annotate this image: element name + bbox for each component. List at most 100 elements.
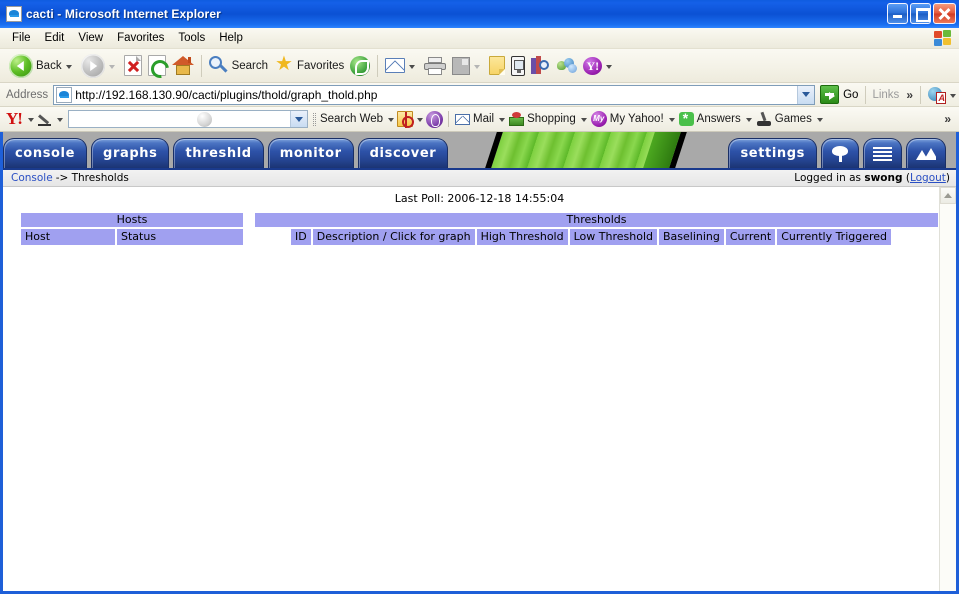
notes-button[interactable] bbox=[486, 51, 508, 81]
favorites-button[interactable]: ★ Favorites bbox=[271, 51, 347, 81]
chevron-down-icon[interactable] bbox=[65, 64, 72, 69]
chevron-down-icon[interactable] bbox=[580, 118, 587, 122]
toolbar-divider bbox=[865, 85, 867, 104]
double-chevron-icon[interactable]: » bbox=[902, 88, 917, 102]
chevron-down-icon[interactable] bbox=[409, 64, 416, 69]
menu-view[interactable]: View bbox=[71, 30, 110, 46]
chevron-down-icon[interactable] bbox=[417, 118, 424, 122]
menu-edit[interactable]: Edit bbox=[38, 30, 72, 46]
target-icon[interactable] bbox=[397, 111, 415, 128]
column-header-baselining[interactable]: Baselining bbox=[658, 229, 724, 245]
search-watermark-icon bbox=[196, 112, 212, 127]
tab-cacti-tree[interactable] bbox=[821, 138, 859, 168]
column-header-currently-triggered[interactable]: Currently Triggered bbox=[777, 229, 892, 245]
my-yahoo-button[interactable]: My My Yahoo! bbox=[590, 111, 665, 127]
search-button[interactable]: Search bbox=[206, 51, 271, 81]
note-icon bbox=[489, 56, 506, 75]
research-button[interactable] bbox=[528, 51, 554, 81]
yahoo-answers-button[interactable]: Answers bbox=[678, 110, 742, 126]
yahoo-logo[interactable]: Y! bbox=[6, 109, 24, 129]
adobe-pdf-icon[interactable] bbox=[928, 86, 946, 104]
chevron-down-icon[interactable] bbox=[56, 118, 63, 122]
address-input-wrap[interactable]: http://192.168.130.90/cacti/plugins/thol… bbox=[53, 84, 816, 105]
home-button[interactable] bbox=[169, 51, 197, 81]
yahoo-games-label: Games bbox=[774, 113, 812, 125]
breadcrumb-console-link[interactable]: Console bbox=[11, 172, 53, 184]
refresh-icon bbox=[147, 55, 166, 76]
address-label: Address bbox=[6, 88, 49, 101]
vertical-scrollbar[interactable] bbox=[939, 187, 956, 591]
scrollbar-track[interactable] bbox=[940, 204, 956, 591]
menu-favorites[interactable]: Favorites bbox=[110, 30, 171, 46]
forward-button[interactable] bbox=[78, 51, 121, 81]
logout-link[interactable]: Logout bbox=[910, 172, 946, 184]
search-web-button[interactable]: Search Web bbox=[319, 113, 384, 125]
mail-button[interactable] bbox=[382, 51, 421, 81]
tab-threshld[interactable]: threshld bbox=[173, 138, 264, 168]
column-header-id[interactable]: ID bbox=[291, 229, 311, 245]
chevron-down-icon[interactable] bbox=[606, 64, 613, 69]
refresh-button[interactable] bbox=[145, 51, 169, 81]
edit-page-icon bbox=[452, 56, 471, 75]
title-bar: cacti - Microsoft Internet Explorer bbox=[0, 0, 959, 28]
print-button[interactable] bbox=[421, 51, 449, 81]
menu-help[interactable]: Help bbox=[212, 30, 250, 46]
printer-icon bbox=[424, 56, 447, 75]
column-header-status[interactable]: Status bbox=[117, 229, 243, 245]
pencil-icon[interactable] bbox=[37, 112, 53, 127]
stop-button[interactable] bbox=[121, 51, 145, 81]
yahoo-button[interactable]: Y! bbox=[580, 51, 618, 81]
chevron-down-icon[interactable] bbox=[816, 118, 823, 122]
column-header-description[interactable]: Description / Click for graph bbox=[312, 229, 475, 245]
tab-settings[interactable]: settings bbox=[728, 138, 817, 168]
chevron-down-icon[interactable] bbox=[388, 118, 395, 122]
tab-graph-view[interactable] bbox=[906, 138, 946, 168]
chevron-down-icon[interactable] bbox=[950, 93, 956, 98]
column-header-low-threshold[interactable]: Low Threshold bbox=[569, 229, 657, 245]
cacti-banner-graphic bbox=[485, 132, 687, 168]
double-chevron-icon[interactable]: » bbox=[940, 112, 959, 126]
chevron-down-icon[interactable] bbox=[474, 64, 481, 69]
chevron-down-icon[interactable] bbox=[745, 118, 752, 122]
ie-page-icon bbox=[6, 6, 22, 22]
yahoo-search-dropdown[interactable] bbox=[289, 111, 307, 127]
back-button[interactable]: Back bbox=[6, 51, 78, 81]
maximize-button[interactable] bbox=[910, 3, 931, 24]
chevron-down-icon[interactable] bbox=[27, 118, 34, 122]
address-dropdown-button[interactable] bbox=[797, 85, 815, 104]
phone-button[interactable] bbox=[508, 51, 528, 81]
scroll-up-button[interactable] bbox=[940, 187, 956, 204]
login-status: Logged in as swong (Logout) bbox=[794, 172, 950, 184]
links-label[interactable]: Links bbox=[869, 89, 902, 101]
messenger-button[interactable] bbox=[554, 51, 580, 81]
tab-console[interactable]: console bbox=[3, 138, 88, 168]
yahoo-search-input[interactable] bbox=[67, 110, 308, 128]
chevron-down-icon[interactable] bbox=[668, 118, 675, 122]
list-icon bbox=[873, 146, 892, 161]
yahoo-shopping-button[interactable]: Shopping bbox=[508, 112, 577, 126]
history-button[interactable] bbox=[347, 51, 373, 81]
address-input[interactable]: http://192.168.130.90/cacti/plugins/thol… bbox=[75, 88, 797, 102]
tab-monitor[interactable]: monitor bbox=[267, 138, 354, 168]
back-label: Back bbox=[36, 59, 62, 72]
tab-list[interactable] bbox=[863, 138, 902, 168]
tab-graphs[interactable]: graphs bbox=[91, 138, 170, 168]
close-button[interactable] bbox=[933, 3, 956, 24]
yahoo-purple-icon[interactable] bbox=[426, 110, 444, 128]
column-header-host[interactable]: Host bbox=[21, 229, 115, 245]
column-header-high-threshold[interactable]: High Threshold bbox=[476, 229, 568, 245]
menu-file[interactable]: File bbox=[5, 30, 38, 46]
toolbar-grip[interactable] bbox=[312, 112, 316, 126]
column-header-current[interactable]: Current bbox=[725, 229, 776, 245]
chevron-down-icon[interactable] bbox=[108, 64, 115, 69]
chevron-down-icon[interactable] bbox=[499, 118, 506, 122]
toolbar-divider bbox=[377, 54, 379, 77]
mobile-phone-icon bbox=[511, 55, 526, 76]
tab-discover[interactable]: discover bbox=[357, 138, 449, 168]
menu-tools[interactable]: Tools bbox=[171, 30, 212, 46]
yahoo-mail-button[interactable]: Mail bbox=[454, 113, 495, 125]
go-button[interactable]: Go bbox=[820, 85, 858, 104]
yahoo-games-button[interactable]: Games bbox=[755, 111, 813, 126]
minimize-button[interactable] bbox=[887, 3, 908, 24]
edit-button[interactable] bbox=[449, 51, 486, 81]
